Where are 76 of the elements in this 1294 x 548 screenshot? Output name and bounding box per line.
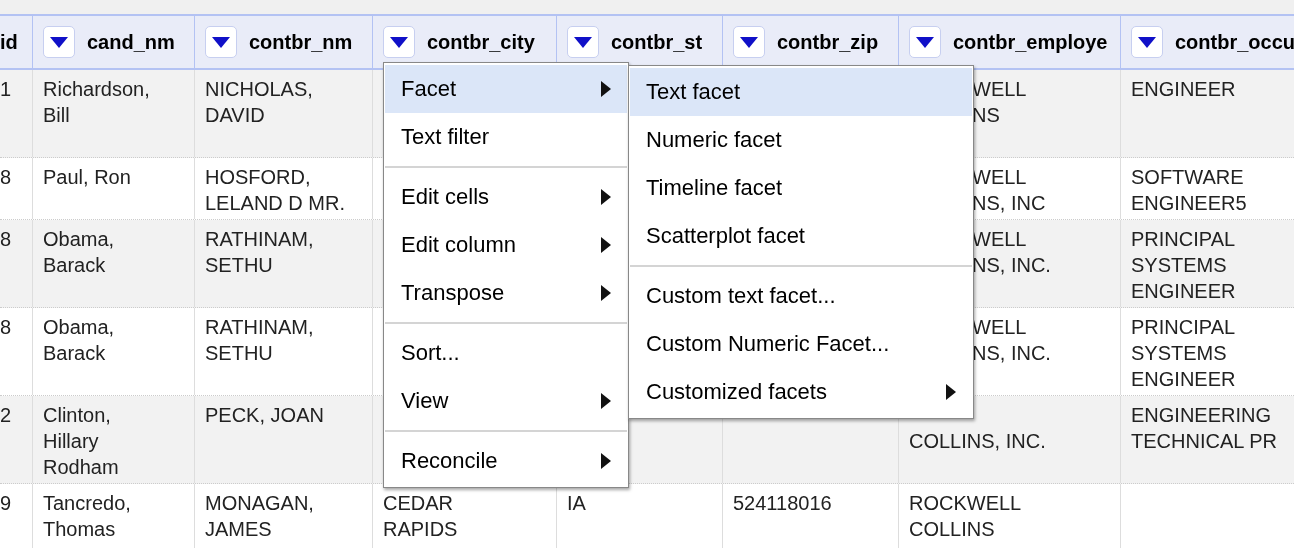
menu-item[interactable]: Sort... [385, 329, 627, 377]
caret-down-icon [740, 36, 758, 48]
menu-item[interactable]: Transpose [385, 269, 627, 317]
column-menu-button[interactable] [567, 26, 599, 58]
table-cell-text: Tancredo, Thomas [43, 491, 132, 542]
table-cell-text: WELL NS [971, 77, 1028, 128]
table-cell-text: Richardson, Bill [43, 77, 151, 128]
column-header: contbr_city [427, 30, 535, 54]
table-cell-text: 8 [0, 227, 13, 252]
column-header: contbr_zip [777, 30, 879, 54]
caret-down-icon [1138, 36, 1156, 48]
table-cell-text: PECK, JOAN [205, 403, 325, 428]
column-menu-button[interactable] [43, 26, 75, 58]
menu-item[interactable]: Edit column [385, 221, 627, 269]
column-menu-button[interactable] [383, 26, 415, 58]
menu-item[interactable]: Facet [385, 65, 627, 113]
caret-down-icon [916, 36, 934, 48]
caret-right-icon [601, 393, 611, 409]
menu-item[interactable]: Reconcile [385, 437, 627, 485]
table-cell-text: ENGINEERING TECHNICAL PR [1131, 403, 1278, 454]
menu-item[interactable]: Custom text facet... [630, 272, 972, 320]
column-header: cand_nm [87, 30, 175, 54]
column-header: contbr_employe [953, 30, 1108, 54]
table-cell-text: MONAGAN, JAMES [205, 491, 315, 542]
column-menu-button[interactable] [909, 26, 941, 58]
column-menu-button[interactable] [205, 26, 237, 58]
caret-right-icon [946, 384, 956, 400]
menu-item[interactable]: Edit cells [385, 173, 627, 221]
table-cell-text: 8 [0, 315, 13, 340]
column-header: id [0, 30, 18, 54]
table-cell-text: 8 [0, 165, 13, 190]
caret-right-icon [601, 285, 611, 301]
menu-item[interactable]: Custom Numeric Facet... [630, 320, 972, 368]
table-cell-text: RATHINAM, SETHU [205, 315, 315, 366]
table-cell-text: Obama, Barack [43, 315, 116, 366]
table-cell-text: ROCKWELL COLLINS [909, 491, 1023, 542]
caret-right-icon [601, 453, 611, 469]
caret-down-icon [50, 36, 68, 48]
caret-down-icon [212, 36, 230, 48]
table-cell-text: ENGINEER [1131, 77, 1237, 102]
table-cell-text: PRINCIPAL SYSTEMS ENGINEER [1131, 227, 1237, 304]
column-header: contbr_occu [1175, 30, 1294, 54]
caret-right-icon [601, 237, 611, 253]
table-cell-text: WELL NS, INC [971, 165, 1047, 216]
table-cell-text: NICHOLAS, DAVID [205, 77, 314, 128]
menu-item[interactable]: View [385, 377, 627, 425]
table-cell-text: HOSFORD, LELAND D MR. [205, 165, 347, 216]
table-cell-text: 9 [0, 491, 13, 516]
table-cell-text: SOFTWARE ENGINEER5 [1131, 165, 1248, 216]
menu-item[interactable]: Numeric facet [630, 116, 972, 164]
menu-item[interactable]: Text filter [385, 113, 627, 161]
table-cell-text: 524118016 [733, 491, 833, 516]
caret-right-icon [601, 81, 611, 97]
menu-item[interactable]: Customized facets [630, 368, 972, 416]
menu-item[interactable]: Scatterplot facet [630, 212, 972, 260]
column-header: contbr_st [611, 30, 703, 54]
table-cell-text: COLLINS, INC. [909, 429, 1047, 454]
caret-right-icon [601, 189, 611, 205]
column-menu-button[interactable] [733, 26, 765, 58]
table-cell-text: CEDAR RAPIDS [383, 491, 459, 542]
table-cell-text: WELL NS, INC. [971, 227, 1052, 278]
table-cell-text: Obama, Barack [43, 227, 116, 278]
column-header: contbr_nm [249, 30, 353, 54]
table-cell-text: Paul, Ron [43, 165, 132, 190]
table-cell-text: IA [567, 491, 587, 516]
menu-item[interactable]: Text facet [630, 68, 972, 116]
table-cell-text: WELL NS, INC. [971, 315, 1052, 366]
column-menu-button[interactable] [1131, 26, 1163, 58]
table-cell-text: PRINCIPAL SYSTEMS ENGINEER [1131, 315, 1237, 392]
table-cell-text: RATHINAM, SETHU [205, 227, 315, 278]
table-cell-text: 2 [0, 403, 13, 428]
menu-item[interactable]: Timeline facet [630, 164, 972, 212]
caret-down-icon [390, 36, 408, 48]
table-cell-text: Clinton, Hillary Rodham [43, 403, 120, 480]
caret-down-icon [574, 36, 592, 48]
table-cell-text: 1 [0, 77, 13, 102]
